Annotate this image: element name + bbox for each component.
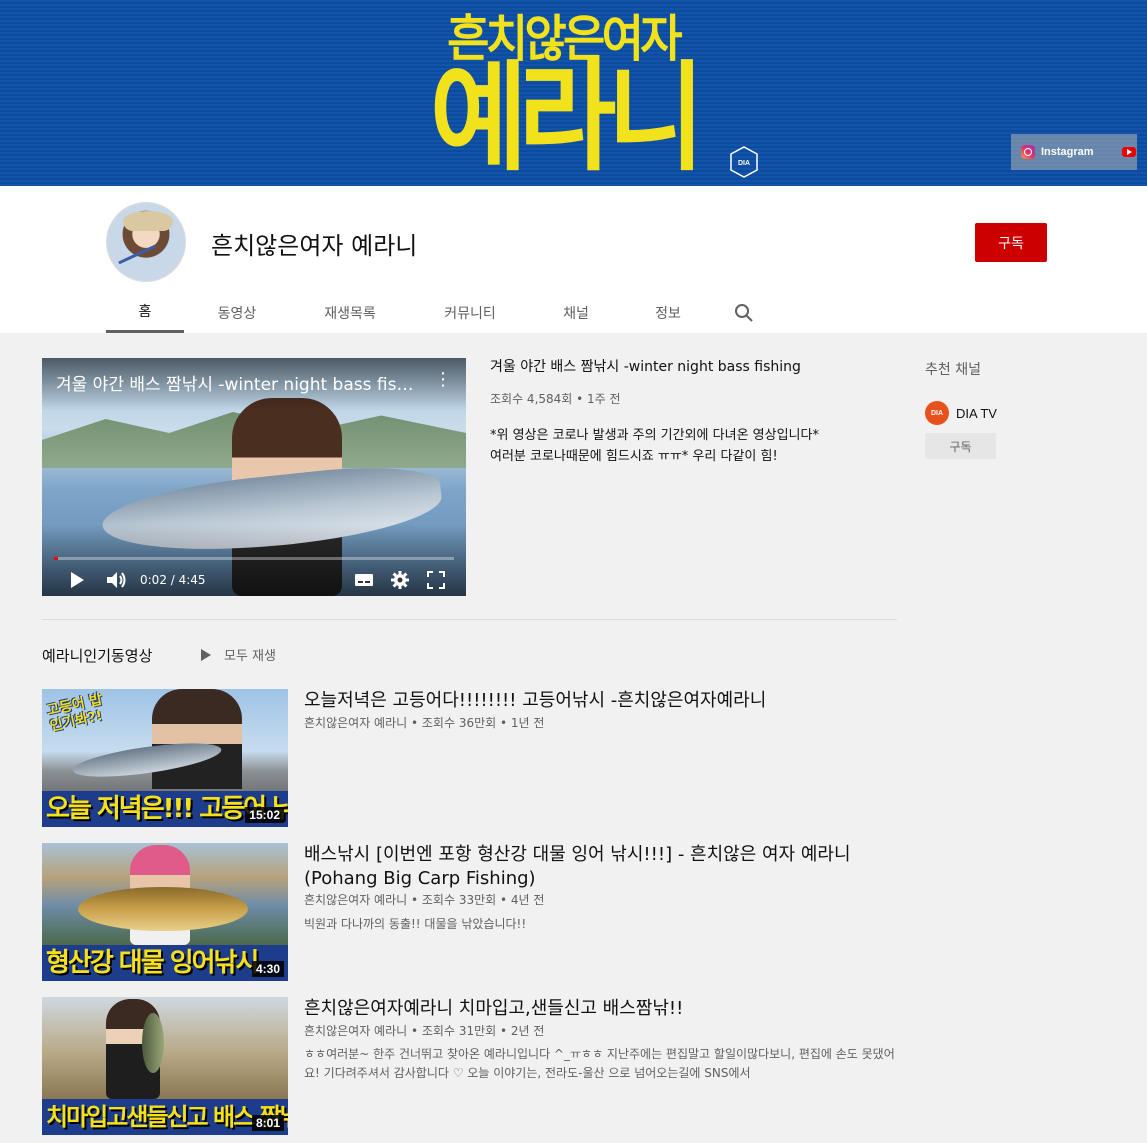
- dia-tv-avatar[interactable]: DIA: [925, 401, 949, 425]
- thumbnail-carp: [78, 887, 248, 931]
- list-item[interactable]: 형산강 대물 잉어낚시 4:30 배스낚시 [이번엔 포항 형산강 대물 잉어 …: [42, 843, 902, 983]
- recommended-channels-heading: 추천 채널: [925, 362, 981, 378]
- youtube-icon[interactable]: [1121, 147, 1136, 157]
- tab-playlists[interactable]: 재생목록: [290, 292, 410, 333]
- banner-artwork: 흔치않은여자 예라니: [408, 10, 718, 182]
- play-all-button[interactable]: 모두 재생: [200, 645, 276, 664]
- video-title[interactable]: 배스낚시 [이번엔 포항 형산강 대물 잉어 낚시!!!] - 흔치않은 여자 …: [304, 843, 864, 891]
- fullscreen-icon: [427, 571, 445, 589]
- video-meta: 흔치않은여자 예라니 • 조회수 33만회 • 4년 전: [304, 893, 545, 907]
- featured-video-stats: 조회수 4,584회 • 1주 전: [490, 392, 621, 406]
- avatar-hat-shape: [123, 211, 173, 231]
- channel-banner: 흔치않은여자 예라니 DIA Instagram: [0, 0, 1147, 186]
- channel-search-button[interactable]: [714, 292, 774, 333]
- player-controls: 0:02 / 4:45: [42, 564, 466, 596]
- play-all-icon: [201, 648, 211, 661]
- shelf-title[interactable]: 예라니인기동영상: [42, 645, 152, 666]
- video-duration: 15:02: [245, 807, 284, 823]
- recommended-subscribe-button[interactable]: 구독: [925, 433, 996, 459]
- instagram-link[interactable]: Instagram: [1041, 146, 1094, 158]
- featured-video-title[interactable]: 겨울 야간 배스 짬낚시 -winter night bass fishing: [490, 356, 801, 376]
- time-display: 0:02 / 4:45: [140, 573, 206, 587]
- play-icon: [71, 572, 84, 588]
- recommended-channel-dia-tv[interactable]: DIA DIA TV: [925, 401, 997, 425]
- video-meta: 흔치않은여자 예라니 • 조회수 31만회 • 2년 전: [304, 1024, 545, 1038]
- more-options-icon[interactable]: ⋮: [434, 370, 452, 390]
- dia-logo-icon: DIA: [730, 146, 758, 178]
- channel-header: 흔치않은여자 예라니 구독 홈 동영상 재생목록 커뮤니티 채널 정보: [0, 186, 1147, 333]
- video-description: 빅원과 다나까의 동출!! 대물을 낚았습니다!!: [304, 917, 527, 931]
- volume-icon: [107, 572, 126, 588]
- settings-button[interactable]: [388, 568, 412, 592]
- banner-line2: 예라니: [429, 49, 705, 186]
- play-all-label[interactable]: 모두 재생: [224, 645, 276, 664]
- featured-video-player[interactable]: 겨울 야간 배스 짬낚시 -winter night bass fishing …: [42, 358, 466, 596]
- video-thumbnail[interactable]: 치마입고샌들신고 배스 짬낚! 8:01: [42, 997, 288, 1135]
- video-title[interactable]: 흔치않은여자예라니 치마입고,샌들신고 배스짬낚!!: [304, 997, 864, 1021]
- fullscreen-button[interactable]: [424, 568, 448, 592]
- channel-tabs: 홈 동영상 재생목록 커뮤니티 채널 정보: [106, 292, 774, 333]
- tab-channels[interactable]: 채널: [530, 292, 622, 333]
- subscribe-button[interactable]: 구독: [975, 223, 1047, 262]
- video-meta: 흔치않은여자 예라니 • 조회수 36만회 • 1년 전: [304, 716, 545, 730]
- tab-about[interactable]: 정보: [622, 292, 714, 333]
- tab-home[interactable]: 홈: [106, 292, 184, 333]
- channel-title: 흔치않은여자 예라니: [211, 232, 418, 260]
- featured-desc-line1: *위 영상은 코로나 발생과 주의 기간외에 다녀온 영상입니다*: [490, 428, 819, 443]
- avatar-rod-shape: [118, 244, 156, 265]
- banner-links[interactable]: Instagram: [1011, 134, 1137, 170]
- video-title[interactable]: 오늘저녁은 고등어다!!!!!!!! 고등어낚시 -흔치않은여자예라니: [304, 689, 864, 713]
- subtitles-icon: [355, 574, 373, 586]
- tab-videos[interactable]: 동영상: [184, 292, 290, 333]
- tab-community[interactable]: 커뮤니티: [410, 292, 530, 333]
- video-thumbnail[interactable]: 고등어 밥인기봐?! 오늘 저녁은!!! 고등어 낚시 15:02: [42, 689, 288, 827]
- subtitles-button[interactable]: [352, 568, 376, 592]
- search-icon: [735, 303, 753, 322]
- player-overlay-title[interactable]: 겨울 야간 배스 짬낚시 -winter night bass fishing: [56, 370, 416, 395]
- play-button[interactable]: [66, 568, 88, 592]
- featured-desc-line2: 여러분 코로나때문에 힘드시죠 ㅠㅠ* 우리 다같이 힘!: [490, 449, 778, 464]
- featured-video-description: *위 영상은 코로나 발생과 주의 기간외에 다녀온 영상입니다* 여러분 코로…: [490, 425, 890, 467]
- instagram-icon[interactable]: [1021, 145, 1035, 159]
- list-item[interactable]: 고등어 밥인기봐?! 오늘 저녁은!!! 고등어 낚시 15:02 오늘저녁은 …: [42, 689, 902, 829]
- section-divider: [42, 619, 897, 620]
- recommended-channel-name[interactable]: DIA TV: [956, 406, 997, 421]
- channel-avatar[interactable]: [106, 202, 186, 282]
- video-duration: 8:01: [251, 1115, 284, 1131]
- thumbnail-bass: [142, 1013, 164, 1073]
- video-thumbnail[interactable]: 형산강 대물 잉어낚시 4:30: [42, 843, 288, 981]
- video-description: ㅎㅎ여러분~ 한주 건너뛰고 찾아온 예라니입니다 ^_ㅠㅎㅎ 지난주에는 편집…: [304, 1047, 895, 1080]
- volume-button[interactable]: [104, 568, 130, 592]
- dia-logo-text: DIA: [738, 160, 750, 167]
- video-duration: 4:30: [251, 961, 284, 977]
- list-item[interactable]: 치마입고샌들신고 배스 짬낚! 8:01 흔치않은여자예라니 치마입고,샌들신고…: [42, 997, 902, 1137]
- progress-bar[interactable]: [54, 557, 454, 560]
- gear-icon: [391, 571, 409, 589]
- thumbnail-person: [152, 689, 242, 789]
- progress-bar-fill: [54, 557, 58, 560]
